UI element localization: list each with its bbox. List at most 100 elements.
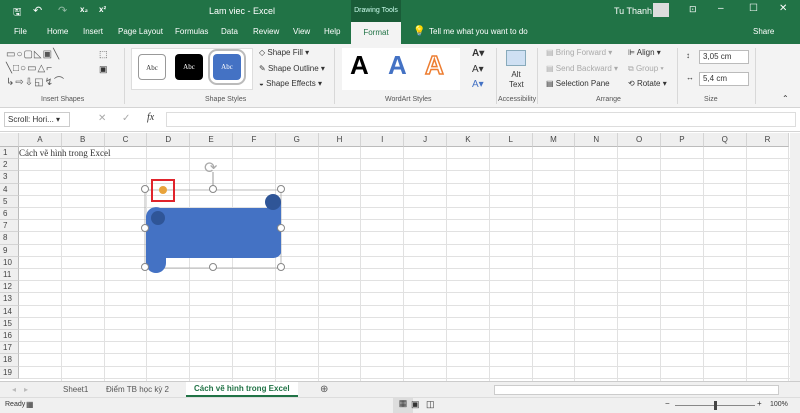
sheet-tab-1[interactable]: Sheet1 <box>63 383 88 396</box>
column-header[interactable]: N <box>575 133 619 147</box>
text-outline-icon[interactable]: A▾ <box>472 64 484 75</box>
vertical-scrollbar[interactable] <box>790 133 800 381</box>
new-sheet-button[interactable]: ⊕ <box>320 383 328 396</box>
page-break-view-button[interactable]: ◫ <box>426 399 435 410</box>
formula-input[interactable] <box>166 112 796 127</box>
column-header[interactable]: P <box>661 133 704 147</box>
avatar[interactable] <box>653 3 669 17</box>
close-button[interactable]: ✕ <box>779 3 787 14</box>
cell-a1[interactable]: Cách vẽ hình trong Excel <box>19 148 110 158</box>
row-header[interactable]: 6 <box>0 208 19 221</box>
sheet-nav-prev[interactable]: ◂ <box>12 383 16 396</box>
row-header[interactable]: 18 <box>0 354 19 367</box>
column-header[interactable]: K <box>447 133 490 147</box>
style-preset-blue[interactable]: Abc <box>208 49 246 85</box>
superscript-button[interactable]: x² <box>99 5 106 14</box>
sheet-tab-2[interactable]: Điểm TB học kỳ 2 <box>106 383 169 396</box>
row-header[interactable]: 4 <box>0 183 19 196</box>
shape-height-input[interactable]: 3,05 cm <box>699 50 749 64</box>
resize-handle[interactable] <box>141 224 149 232</box>
minimize-button[interactable]: – <box>718 3 724 14</box>
column-header[interactable]: L <box>489 133 533 147</box>
resize-handle[interactable] <box>141 185 149 193</box>
sheet-nav-next[interactable]: ▸ <box>24 383 28 396</box>
column-header[interactable]: M <box>532 133 576 147</box>
row-header[interactable]: 19 <box>0 366 19 379</box>
wordart-preset-blue[interactable]: A <box>388 50 407 81</box>
text-fill-icon[interactable]: A▾ <box>472 48 484 59</box>
row-header[interactable]: 3 <box>0 171 19 184</box>
column-header[interactable]: G <box>275 133 319 147</box>
collapse-ribbon-icon[interactable]: ⌃ <box>782 94 789 103</box>
tab-home[interactable]: Home <box>47 27 68 36</box>
resize-handle[interactable] <box>209 263 217 271</box>
shape-outline-button[interactable]: ✎ Shape Outline ▾ <box>259 64 325 73</box>
edit-shape-icon[interactable]: ⬚ <box>99 49 108 60</box>
resize-handle[interactable] <box>277 185 285 193</box>
tab-formulas[interactable]: Formulas <box>175 27 208 36</box>
tab-file[interactable]: File <box>14 27 27 36</box>
alt-text-button[interactable]: Alt Text <box>509 70 524 90</box>
adjust-handle[interactable] <box>159 186 167 194</box>
rotate-button[interactable]: ⟲ Rotate ▾ <box>628 79 667 88</box>
row-header[interactable]: 13 <box>0 293 19 306</box>
wordart-preset-black[interactable]: A <box>350 50 369 81</box>
insert-function-button[interactable]: fx <box>147 112 154 123</box>
cancel-icon[interactable]: ✕ <box>98 113 106 124</box>
column-header[interactable]: F <box>233 133 276 147</box>
column-header[interactable]: H <box>318 133 362 147</box>
text-effects-icon[interactable]: A▾ <box>472 79 484 90</box>
normal-view-button[interactable]: ▦ <box>393 398 413 413</box>
subscript-button[interactable]: x₂ <box>80 5 88 14</box>
align-button[interactable]: ⊫ Align ▾ <box>628 48 661 57</box>
redo-icon[interactable]: ↷ <box>58 4 67 17</box>
zoom-in-button[interactable]: + <box>757 399 762 408</box>
column-header[interactable]: A <box>19 133 62 147</box>
share-button[interactable]: Share <box>753 27 774 36</box>
column-header[interactable]: I <box>361 133 405 147</box>
shape-width-input[interactable]: 5,4 cm <box>699 72 749 86</box>
column-header[interactable]: C <box>104 133 148 147</box>
row-header[interactable]: 14 <box>0 305 19 318</box>
row-header[interactable]: 12 <box>0 281 19 294</box>
row-header[interactable]: 11 <box>0 269 19 282</box>
alt-text-icon[interactable] <box>506 50 526 66</box>
row-header[interactable]: 2 <box>0 159 19 172</box>
selection-pane-button[interactable]: ▤ Selection Pane <box>546 79 610 88</box>
row-header[interactable]: 15 <box>0 317 19 330</box>
save-icon[interactable]: 🖫 <box>13 5 22 22</box>
name-box[interactable]: Scroll: Hori... ▾ <box>4 112 70 127</box>
column-header[interactable]: B <box>61 133 105 147</box>
column-header[interactable]: E <box>190 133 233 147</box>
tab-view[interactable]: View <box>293 27 310 36</box>
zoom-out-button[interactable]: − <box>665 399 670 408</box>
column-header[interactable]: Q <box>703 133 747 147</box>
row-header[interactable]: 5 <box>0 195 19 208</box>
row-header[interactable]: 8 <box>0 232 19 245</box>
tab-data[interactable]: Data <box>221 27 238 36</box>
scroll-shape[interactable]: ⟳ <box>140 158 290 273</box>
text-box-icon[interactable]: ▣ <box>99 64 108 75</box>
shapes-gallery[interactable]: ▭○▢◺▣╲ ╲□○▭△⌐ ↳⇨⇩◱↯⌒ <box>6 48 90 92</box>
row-header[interactable]: 7 <box>0 220 19 233</box>
page-layout-view-button[interactable]: ▣ <box>411 399 420 410</box>
sheet-tab-3[interactable]: Cách vẽ hình trong Excel <box>186 382 298 397</box>
tell-me-search[interactable]: Tell me what you want to do <box>429 27 528 36</box>
row-header[interactable]: 10 <box>0 256 19 269</box>
wordart-preset-orange[interactable]: A <box>424 49 444 81</box>
macro-record-icon[interactable]: ▦ <box>26 400 34 409</box>
user-name[interactable]: Tu Thanh <box>614 6 652 16</box>
style-preset-white[interactable]: Abc <box>138 54 166 80</box>
resize-handle[interactable] <box>277 224 285 232</box>
row-header[interactable]: 1 <box>0 147 19 160</box>
horizontal-scrollbar[interactable] <box>494 385 779 395</box>
ribbon-display-icon[interactable]: ⊡ <box>689 4 697 15</box>
row-header[interactable]: 16 <box>0 330 19 343</box>
enter-icon[interactable]: ✓ <box>122 113 130 124</box>
column-header[interactable]: O <box>618 133 661 147</box>
column-header[interactable]: J <box>404 133 447 147</box>
column-header[interactable]: D <box>147 133 191 147</box>
tab-help[interactable]: Help <box>324 27 340 36</box>
shape-fill-button[interactable]: ◇ Shape Fill ▾ <box>259 48 309 57</box>
rotate-handle-icon[interactable]: ⟳ <box>204 160 218 177</box>
